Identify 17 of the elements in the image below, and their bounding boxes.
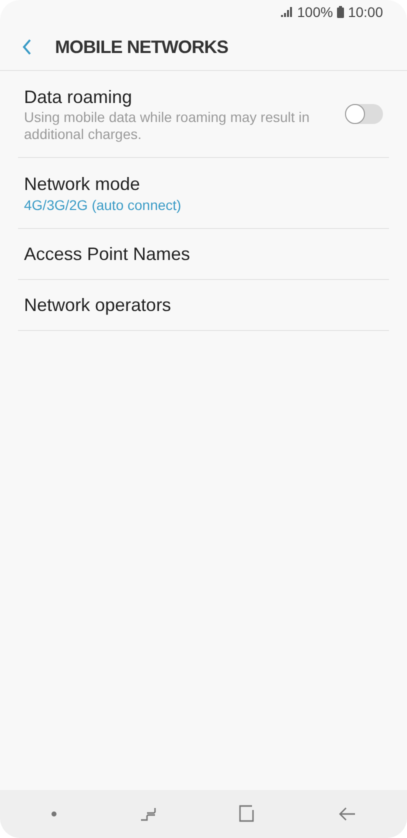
- signal-icon: [281, 7, 294, 17]
- back-icon: [22, 39, 32, 55]
- back-nav-icon[interactable]: [338, 807, 356, 821]
- setting-description: Using mobile data while roaming may result in additional charges.: [24, 109, 311, 143]
- setting-title[interactable]: Network operators: [24, 293, 383, 317]
- setting-title[interactable]: Data roaming: [24, 85, 345, 109]
- clock: 10:00: [348, 2, 383, 22]
- battery-percent: 100%: [297, 2, 333, 22]
- home-icon[interactable]: [238, 805, 256, 823]
- setting-title[interactable]: Access Point Names: [24, 242, 383, 266]
- setting-value: 4G/3G/2G (auto connect): [24, 196, 182, 214]
- recent-apps-icon[interactable]: [138, 807, 157, 821]
- toggle-switch[interactable]: [345, 104, 383, 124]
- dot-icon: [50, 811, 57, 817]
- battery-icon: [336, 6, 344, 18]
- page-title: MOBILE NETWORKS: [55, 36, 228, 58]
- setting-title[interactable]: Network mode: [24, 172, 383, 196]
